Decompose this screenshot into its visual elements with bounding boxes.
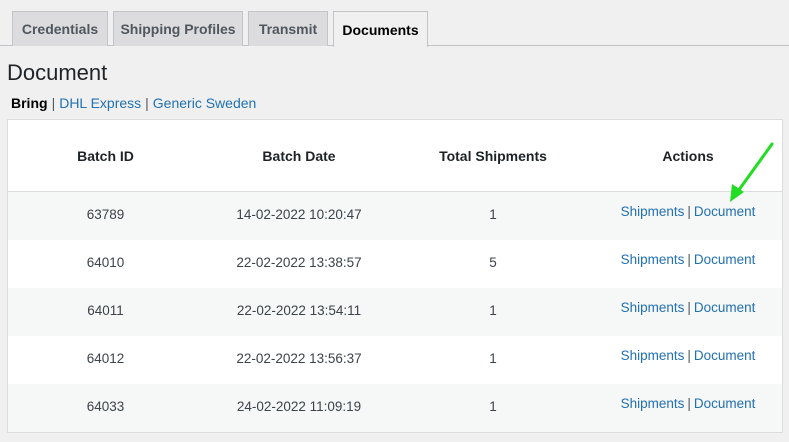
cell-batch-date: 14-02-2022 10:20:47 xyxy=(236,207,362,222)
cell-total-shipments: 1 xyxy=(489,399,497,414)
cell-batch-date: 22-02-2022 13:54:11 xyxy=(236,303,362,318)
document-link[interactable]: Document xyxy=(694,396,756,411)
cell-batch-id: 64011 xyxy=(87,303,124,318)
cell-batch-date: 24-02-2022 11:09:19 xyxy=(236,399,362,414)
cell-actions: Shipments | Document xyxy=(608,348,768,363)
action-separator: | xyxy=(687,300,691,315)
document-link[interactable]: Document xyxy=(694,252,756,267)
header-batch-id: Batch ID xyxy=(77,148,134,164)
shipments-link[interactable]: Shipments xyxy=(621,204,685,219)
shipments-link[interactable]: Shipments xyxy=(621,252,685,267)
cell-total-shipments: 5 xyxy=(489,255,497,270)
arrow-pointer-icon xyxy=(730,142,774,202)
action-separator: | xyxy=(687,204,691,219)
subnav-separator: | xyxy=(145,95,149,111)
table-row: 64033 24-02-2022 11:09:19 1 Shipments | Docum… xyxy=(8,384,782,432)
documents-table: Batch ID Batch Date Total Shipments Acti… xyxy=(7,119,783,433)
cell-actions: Shipments | Document xyxy=(608,252,768,267)
table-row: 64011 22-02-2022 13:54:11 1 Shipments | Docum… xyxy=(8,288,782,336)
tab-bar: Credentials Shipping Profiles Transmit D… xyxy=(0,11,789,47)
document-link[interactable]: Document xyxy=(694,348,756,363)
tab-shipping-profiles[interactable]: Shipping Profiles xyxy=(113,11,243,46)
carrier-link-generic-sweden[interactable]: Generic Sweden xyxy=(153,95,257,111)
cell-batch-id: 64012 xyxy=(86,351,125,366)
tab-documents[interactable]: Documents xyxy=(333,11,428,47)
document-link[interactable]: Document xyxy=(694,300,756,315)
action-separator: | xyxy=(687,252,691,267)
table-row: 64012 22-02-2022 13:56:37 1 Shipments | Docum… xyxy=(8,336,782,384)
cell-total-shipments: 1 xyxy=(489,207,497,222)
cell-batch-id: 64033 xyxy=(86,399,125,414)
action-separator: | xyxy=(687,396,691,411)
cell-batch-id: 64010 xyxy=(86,255,125,270)
carrier-link-dhl-express[interactable]: DHL Express xyxy=(59,95,141,111)
shipments-link[interactable]: Shipments xyxy=(621,300,685,315)
tab-credentials[interactable]: Credentials xyxy=(12,11,108,46)
action-separator: | xyxy=(687,348,691,363)
table-row: 64010 22-02-2022 13:38:57 5 Shipments | Docum… xyxy=(8,240,782,288)
page-title: Document xyxy=(7,60,108,85)
document-link[interactable]: Document xyxy=(694,204,756,219)
cell-actions: Shipments | Document xyxy=(608,204,768,219)
shipments-link[interactable]: Shipments xyxy=(621,348,685,363)
header-batch-date: Batch Date xyxy=(262,148,336,164)
header-total-shipments: Total Shipments xyxy=(439,148,547,164)
shipments-link[interactable]: Shipments xyxy=(621,396,685,411)
subnav-separator: | xyxy=(51,95,56,111)
table-row: 63789 14-02-2022 10:20:47 1 Shipments | Docum… xyxy=(8,192,782,240)
cell-batch-id: 63789 xyxy=(86,207,125,222)
tab-transmit[interactable]: Transmit xyxy=(248,11,328,46)
cell-batch-date: 22-02-2022 13:56:37 xyxy=(236,351,362,366)
cell-total-shipments: 1 xyxy=(489,303,497,318)
carrier-bring-current: Bring xyxy=(11,95,48,111)
table-header: Batch ID Batch Date Total Shipments Acti… xyxy=(8,120,782,192)
cell-actions: Shipments | Document xyxy=(608,300,768,315)
carrier-subnav: Bring | DHL Express | Generic Sweden xyxy=(11,95,256,111)
cell-actions: Shipments | Document xyxy=(608,396,768,411)
cell-batch-date: 22-02-2022 13:38:57 xyxy=(236,255,362,270)
cell-total-shipments: 1 xyxy=(489,351,497,366)
